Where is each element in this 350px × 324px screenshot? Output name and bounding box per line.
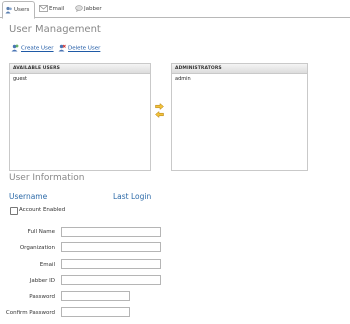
create-user-label: Create User: [21, 45, 54, 52]
full-name-label: Full Name: [27, 229, 55, 235]
tab-jabber-label: Jabber: [84, 6, 102, 12]
tab-jabber[interactable]: Jabber: [75, 2, 102, 16]
add-user-icon: [11, 44, 19, 52]
tab-email[interactable]: Email: [39, 2, 64, 16]
email-label: Email: [39, 262, 55, 268]
tab-users-label: Users: [14, 7, 30, 13]
delete-user-icon: [58, 44, 66, 52]
password-field[interactable]: [61, 291, 130, 301]
list-item[interactable]: admin: [172, 74, 307, 84]
username-header: Username: [9, 192, 48, 201]
jabber-id-field[interactable]: [61, 275, 161, 285]
delete-user-label: Delete User: [68, 45, 101, 52]
jabber-id-label: Jabber ID: [29, 278, 55, 284]
page-title: User Management: [9, 24, 101, 35]
tab-users[interactable]: Users: [2, 1, 35, 19]
user-information-title: User Information: [9, 173, 85, 183]
administrators-header: ADMINISTRATORS: [172, 64, 307, 74]
confirm-password-field[interactable]: [61, 307, 130, 317]
available-users-header: AVAILABLE USERS: [10, 64, 150, 74]
arrow-right-icon[interactable]: [155, 103, 164, 110]
list-item[interactable]: guest: [10, 74, 150, 84]
email-icon: [39, 5, 48, 12]
account-enabled-label: Account Enabled: [19, 207, 66, 213]
organization-field[interactable]: [61, 242, 161, 252]
chat-bubble-icon: [75, 5, 83, 13]
last-login-header: Last Login: [113, 192, 152, 201]
administrators-list[interactable]: ADMINISTRATORS admin: [171, 63, 308, 171]
email-field[interactable]: [61, 259, 161, 269]
confirm-password-label: Confirm Password: [5, 310, 55, 316]
delete-user-button[interactable]: Delete User: [58, 44, 100, 52]
arrow-left-icon[interactable]: [155, 111, 164, 118]
tab-bar: Users Email Jabber: [0, 0, 350, 19]
available-users-list[interactable]: AVAILABLE USERS guest: [9, 63, 151, 171]
users-icon: [5, 6, 12, 13]
organization-label: Organization: [19, 245, 55, 251]
create-user-button[interactable]: Create User: [11, 44, 54, 52]
tab-email-label: Email: [49, 6, 65, 12]
account-enabled-checkbox[interactable]: [10, 207, 18, 215]
full-name-field[interactable]: [61, 227, 161, 237]
password-label: Password: [29, 294, 55, 300]
